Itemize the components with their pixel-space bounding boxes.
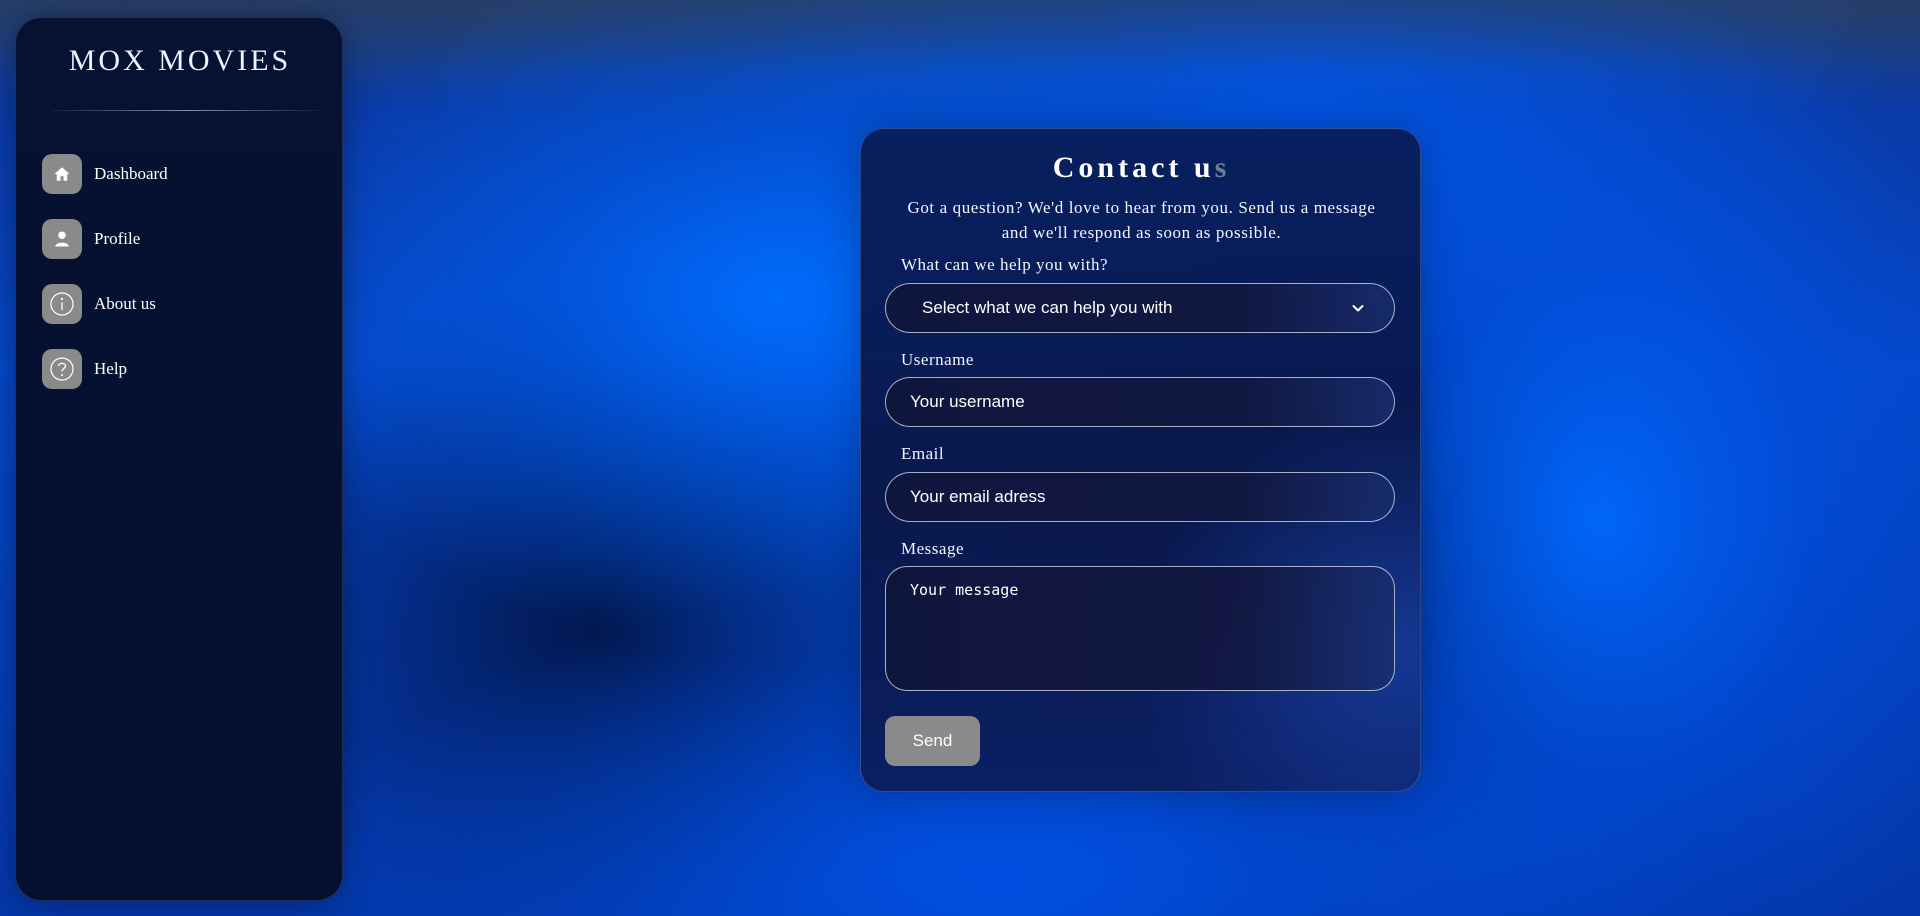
topic-select[interactable]: Select what we can help you with (885, 283, 1395, 333)
sidebar: MOX MOVIES Dashboard Profile About us He… (15, 17, 343, 901)
info-icon (42, 284, 82, 324)
sidebar-item-profile[interactable]: Profile (42, 219, 168, 259)
send-button[interactable]: Send (885, 716, 980, 766)
contact-subtitle: Got a question? We'd love to hear from y… (907, 198, 1376, 242)
sidebar-item-label: Profile (94, 229, 141, 248)
username-label: Username (901, 350, 974, 369)
email-input[interactable] (885, 472, 1395, 522)
message-label: Message (901, 539, 964, 558)
topic-select-value: Select what we can help you with (922, 298, 1173, 317)
topic-label: What can we help you with? (901, 255, 1109, 274)
email-label: Email (901, 444, 945, 463)
page-title: Contact us (861, 151, 1422, 185)
brand-logo-text: MOX MOVIES (68, 44, 292, 77)
user-icon (42, 219, 82, 259)
sidebar-item-label: Dashboard (94, 164, 168, 183)
sidebar-item-dashboard[interactable]: Dashboard (42, 154, 168, 194)
sidebar-item-label: About us (94, 294, 156, 313)
home-icon (42, 154, 82, 194)
help-icon (42, 349, 82, 389)
chevron-down-icon (1352, 305, 1364, 312)
title-text: Contact u (1052, 151, 1215, 184)
message-textarea[interactable] (885, 566, 1395, 691)
sidebar-item-label: Help (94, 359, 128, 378)
title-text-fade: s (1214, 151, 1231, 184)
contact-card: Contact us Got a question? We'd love to … (860, 128, 1421, 792)
sidebar-nav: Dashboard Profile About us Help (42, 154, 168, 414)
username-input[interactable] (885, 377, 1395, 427)
brand-divider (52, 110, 320, 111)
sidebar-item-help[interactable]: Help (42, 349, 168, 389)
sidebar-item-about[interactable]: About us (42, 284, 168, 324)
